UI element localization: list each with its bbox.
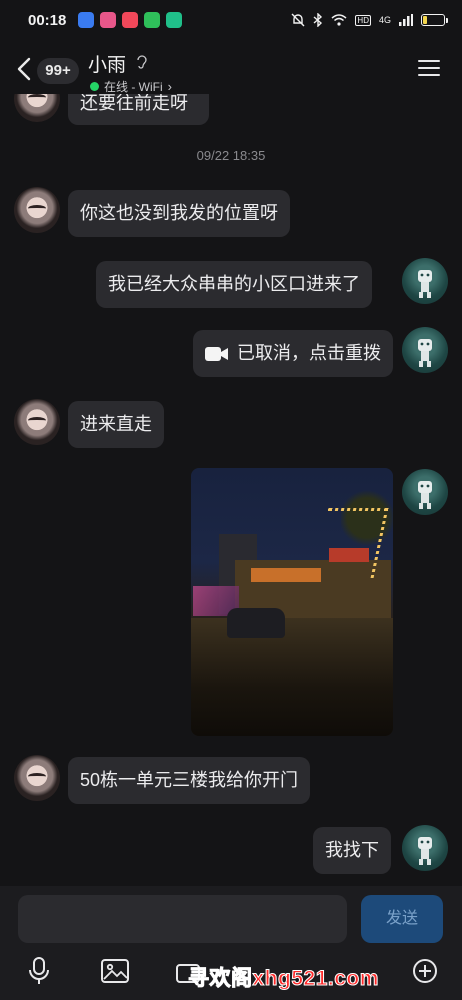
app-notification-icon bbox=[78, 12, 95, 28]
my-avatar[interactable] bbox=[402, 258, 448, 304]
message-composer: 发送 寻欢阁xhg521.com bbox=[0, 886, 462, 1000]
image-gallery-icon[interactable] bbox=[101, 959, 129, 983]
contact-avatar[interactable] bbox=[14, 94, 60, 122]
robot-avatar-icon bbox=[418, 270, 432, 298]
notification-icons bbox=[78, 12, 183, 28]
network-type: 4G bbox=[378, 15, 391, 25]
battery-level: 20 bbox=[428, 15, 438, 24]
hd-icon: HD bbox=[355, 14, 371, 26]
contact-avatar[interactable] bbox=[14, 187, 60, 233]
message-timestamp: 09/22 18:35 bbox=[196, 148, 266, 163]
message-text: 还要往前走呀 bbox=[80, 94, 188, 113]
watermark-text: 寻欢阁xhg521.com bbox=[188, 967, 379, 991]
call-bubble-cancelled[interactable]: 已取消，点击重拨 bbox=[193, 330, 393, 377]
robot-avatar-icon bbox=[418, 837, 432, 865]
earpiece-mode-icon bbox=[137, 55, 147, 69]
message-app-icon bbox=[166, 12, 183, 28]
message-bubble-sent[interactable]: 我已经大众串串的小区口进来了 bbox=[96, 261, 372, 308]
contact-name[interactable]: 小雨 bbox=[88, 50, 126, 77]
contact-avatar[interactable] bbox=[14, 399, 60, 445]
send-button[interactable]: 发送 bbox=[361, 895, 443, 943]
presence-status[interactable]: 在线 - WiFi › bbox=[90, 78, 172, 95]
status-bar: 00:18 HD 4G 20 bbox=[0, 0, 462, 40]
message-bubble-received[interactable]: 还要往前走呀 bbox=[68, 94, 209, 125]
message-bubble-received[interactable]: 你这也没到我发的位置呀 bbox=[68, 190, 290, 237]
unread-count-badge[interactable]: 99+ bbox=[37, 58, 79, 84]
wifi-icon bbox=[331, 14, 347, 26]
my-avatar[interactable] bbox=[402, 327, 448, 373]
microphone-icon[interactable] bbox=[28, 956, 50, 986]
back-arrow-icon[interactable] bbox=[14, 56, 34, 82]
mute-bell-icon bbox=[291, 13, 305, 27]
chat-app-icon bbox=[144, 12, 161, 28]
battery-icon: 20 bbox=[421, 14, 448, 26]
my-avatar[interactable] bbox=[402, 469, 448, 515]
chevron-right-icon: › bbox=[167, 79, 172, 94]
photo-message[interactable] bbox=[191, 468, 393, 736]
robot-avatar-icon bbox=[418, 339, 432, 367]
online-dot-icon bbox=[90, 82, 99, 91]
video-camera-icon bbox=[205, 347, 228, 362]
chat-header: 99+ 小雨 在线 - WiFi › bbox=[0, 44, 462, 96]
music-app-icon bbox=[122, 12, 139, 28]
call-status-text: 已取消，点击重拨 bbox=[237, 343, 381, 363]
menu-icon[interactable] bbox=[418, 60, 440, 78]
contact-avatar[interactable] bbox=[14, 755, 60, 801]
bluetooth-icon bbox=[313, 13, 323, 27]
message-input[interactable] bbox=[18, 895, 347, 943]
app-notification-icon bbox=[100, 12, 117, 28]
message-bubble-received[interactable]: 进来直走 bbox=[68, 401, 164, 448]
robot-avatar-icon bbox=[418, 481, 432, 509]
my-avatar[interactable] bbox=[402, 825, 448, 871]
message-bubble-sent[interactable]: 我找下 bbox=[313, 827, 391, 874]
message-bubble-received[interactable]: 50栋一单元三楼我给你开门 bbox=[68, 757, 311, 804]
presence-text: 在线 - WiFi bbox=[104, 80, 163, 94]
add-more-icon[interactable] bbox=[412, 958, 438, 984]
status-time: 00:18 bbox=[28, 11, 67, 29]
signal-icon bbox=[399, 14, 413, 26]
